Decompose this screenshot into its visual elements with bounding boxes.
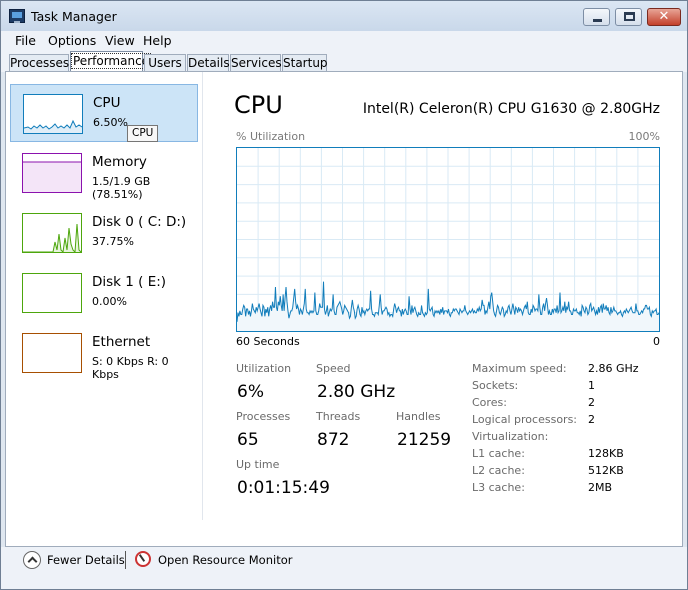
close-icon: ✕ [658, 9, 670, 24]
cpu-utilization-graph [236, 147, 660, 332]
resource-item-disk-1[interactable]: Disk 1 ( E:) 0.00% [10, 264, 198, 322]
utilization-value: 6% [237, 382, 264, 402]
minimize-icon [593, 19, 602, 22]
cpu-tooltip: CPU [127, 125, 159, 142]
performance-panel: CPU 6.50% CPU Memory 1.5/1.9 GB (78.51%) [5, 71, 683, 547]
minimize-button[interactable] [583, 8, 610, 26]
window-title: Task Manager [31, 9, 117, 24]
resource-name-ethernet: Ethernet [92, 334, 151, 350]
menu-help[interactable]: Help [143, 33, 172, 48]
processes-value: 65 [237, 430, 259, 450]
tab-processes[interactable]: Processes [9, 54, 69, 71]
l1-cache-value: 128KB [588, 447, 624, 460]
max-speed-label: Maximum speed: [472, 362, 567, 375]
threads-label: Threads [316, 410, 361, 423]
l2-cache-label: L2 cache: [472, 464, 525, 477]
disk-1-thumbnail-graph [22, 273, 82, 313]
speed-label: Speed [316, 362, 351, 375]
resource-name-disk-1: Disk 1 ( E:) [92, 274, 167, 290]
time-axis-left-label: 60 Seconds [236, 335, 300, 348]
tab-performance-label: Performance [71, 53, 152, 69]
virtualization-label: Virtualization: [472, 430, 549, 443]
task-manager-app-icon [9, 9, 25, 23]
tab-details[interactable]: Details [187, 54, 230, 71]
logical-processors-value: 2 [588, 413, 595, 426]
resource-name-cpu: CPU [93, 95, 121, 111]
l3-cache-value: 2MB [588, 481, 613, 494]
tab-users[interactable]: Users [144, 54, 186, 71]
time-axis-right-label: 0 [653, 335, 660, 348]
sockets-label: Sockets: [472, 379, 519, 392]
max-speed-value: 2.86 GHz [588, 362, 639, 375]
disk-0-thumbnail-graph [22, 213, 82, 253]
footer-divider [125, 551, 126, 569]
resource-monitor-icon[interactable] [135, 551, 151, 567]
resource-name-memory: Memory [92, 154, 147, 170]
chevron-up-icon[interactable] [23, 551, 41, 569]
uptime-label: Up time [236, 458, 280, 471]
threads-value: 872 [317, 430, 350, 450]
resource-item-memory[interactable]: Memory 1.5/1.9 GB (78.51%) [10, 144, 198, 202]
l1-cache-label: L1 cache: [472, 447, 525, 460]
close-button[interactable]: ✕ [647, 8, 681, 26]
sockets-value: 1 [588, 379, 595, 392]
resource-item-cpu[interactable]: CPU 6.50% CPU [10, 84, 198, 142]
menu-view[interactable]: View [105, 33, 135, 48]
tab-startup[interactable]: Startup [282, 54, 328, 71]
logical-processors-label: Logical processors: [472, 413, 578, 426]
maximize-icon [624, 12, 635, 21]
menu-bar: File Options View Help [1, 31, 687, 51]
resource-name-disk-0: Disk 0 ( C: D:) [92, 214, 187, 230]
resource-detail-ethernet: S: 0 Kbps R: 0 Kbps [92, 355, 169, 381]
cpu-model-name: Intel(R) Celeron(R) CPU G1630 @ 2.80GHz [362, 101, 660, 117]
tab-services[interactable]: Services [230, 54, 282, 71]
handles-label: Handles [396, 410, 441, 423]
cpu-utilization-plot [237, 148, 659, 331]
resource-detail-disk-0: 37.75% [92, 235, 134, 248]
speed-value: 2.80 GHz [317, 382, 396, 402]
processes-label: Processes [236, 410, 291, 423]
l2-cache-value: 512KB [588, 464, 624, 477]
l3-cache-label: L3 cache: [472, 481, 525, 494]
resource-detail-memory: 1.5/1.9 GB (78.51%) [92, 175, 151, 201]
tab-performance[interactable]: Performance [70, 51, 152, 72]
open-resource-monitor-link[interactable]: Open Resource Monitor [158, 553, 292, 567]
maximize-button[interactable] [615, 8, 642, 26]
cores-label: Cores: [472, 396, 507, 409]
fewer-details-link[interactable]: Fewer Details [47, 553, 125, 567]
tab-bar: Processes Performance Users Details Serv… [1, 51, 687, 72]
cpu-thumbnail-graph [23, 94, 83, 134]
utilization-label: Utilization [236, 362, 292, 375]
memory-thumbnail-graph [22, 153, 82, 193]
uptime-value: 0:01:15:49 [237, 478, 330, 498]
resource-detail-disk-1: 0.00% [92, 295, 127, 308]
cores-value: 2 [588, 396, 595, 409]
menu-options[interactable]: Options [48, 33, 96, 48]
resource-detail-cpu: 6.50% [93, 116, 128, 129]
utilization-max-label: 100% [628, 130, 660, 143]
cpu-heading: CPU [234, 91, 283, 119]
ethernet-thumbnail-graph [22, 333, 82, 373]
resource-list: CPU 6.50% CPU Memory 1.5/1.9 GB (78.51%) [6, 72, 203, 520]
resource-item-ethernet[interactable]: Ethernet S: 0 Kbps R: 0 Kbps [10, 324, 198, 382]
resource-item-disk-0[interactable]: Disk 0 ( C: D:) 37.75% [10, 204, 198, 262]
menu-file[interactable]: File [15, 33, 36, 48]
footer-bar: Fewer Details Open Resource Monitor [1, 547, 687, 589]
handles-value: 21259 [397, 430, 452, 450]
title-bar[interactable]: Task Manager ✕ [1, 1, 687, 31]
task-manager-window: Task Manager ✕ File Options View Help Pr… [0, 0, 688, 590]
utilization-axis-label: % Utilization [236, 130, 306, 143]
